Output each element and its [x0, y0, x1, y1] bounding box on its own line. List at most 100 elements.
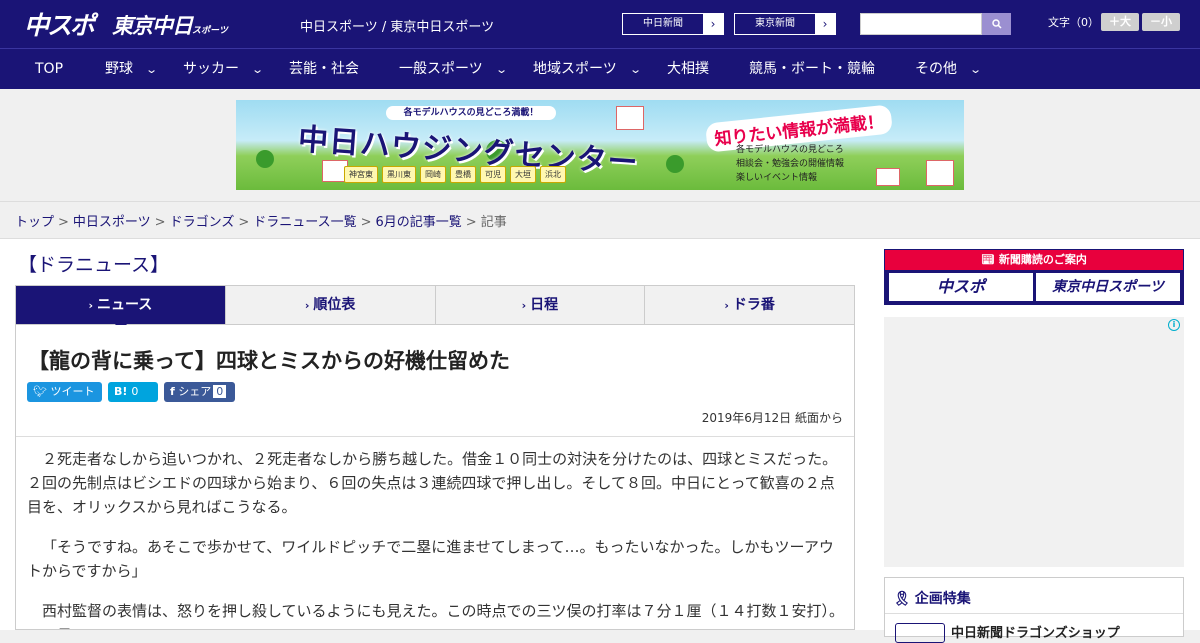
font-bigger-button[interactable]: ＋大 — [1101, 13, 1139, 31]
breadcrumb-separator: > — [238, 215, 250, 230]
sidebar-ad[interactable]: i — [884, 317, 1184, 567]
shop-thumbnail[interactable] — [895, 623, 945, 643]
subscribe-chuspo-button[interactable]: 中スポ — [889, 273, 1033, 301]
ribbon-icon: 🎗︎ — [893, 591, 911, 607]
banner-towns: 神宮東 黒川東 岡崎 豊橋 可児 大垣 浜北 — [344, 166, 566, 183]
font-smaller-button[interactable]: －小 — [1142, 13, 1180, 31]
article-date: 2019年6月12日 紙面から — [701, 411, 843, 425]
category-title: 【ドラニュース】 — [18, 254, 170, 276]
town-label: 大垣 — [510, 166, 536, 183]
chevron-right-icon: › — [710, 17, 716, 31]
nav-item-label: 一般スポーツ — [399, 61, 483, 77]
facebook-share-button[interactable]: f シェア 0 — [164, 382, 235, 402]
tokyo-logo-suffix: スポーツ — [192, 26, 228, 36]
nav-item-label: 地域スポーツ — [533, 61, 617, 77]
breadcrumb-link-chuspo[interactable]: 中日スポーツ — [73, 215, 151, 230]
tab-label: 順位表 — [313, 297, 356, 313]
breadcrumb-link-dragons[interactable]: ドラゴンズ — [170, 215, 235, 230]
town-label: 豊橋 — [450, 166, 476, 183]
town-label: 黒川東 — [382, 166, 416, 183]
banner-top-caption: 各モデルハウスの見どころ満載！ — [386, 106, 556, 120]
font-size-label: 文字（0） — [1048, 16, 1099, 29]
tab-schedule[interactable]: › 日程 — [434, 286, 645, 324]
nav-item-others[interactable]: その他 ⌄ — [915, 49, 983, 90]
tokyo-shimbun-button[interactable]: 東京新聞 › — [734, 13, 836, 35]
nav-item-label: サッカー — [183, 61, 239, 77]
main-nav: TOP 野球 ⌄ サッカー ⌄ 芸能・社会 一般スポーツ ⌄ 地域スポーツ ⌄ 大相撲 … — [0, 48, 1200, 89]
site-names-link[interactable]: 中日スポーツ / 東京中日スポーツ — [300, 16, 494, 35]
house-decoration — [926, 160, 954, 186]
nav-item-entertainment[interactable]: 芸能・社会 — [289, 49, 359, 90]
section-tabs: › ニュース › 順位表 › 日程 › ドラ番 — [15, 285, 855, 331]
chevron-down-icon: ⌄ — [494, 63, 508, 76]
nav-item-label: 野球 — [105, 61, 133, 77]
article-divider — [16, 436, 854, 437]
house-decoration — [876, 168, 900, 186]
search-button[interactable] — [982, 13, 1011, 35]
breadcrumb-link-top[interactable]: トップ — [15, 215, 54, 230]
chevron-right-icon: › — [88, 299, 93, 312]
tree-decoration — [666, 155, 684, 173]
article: 【龍の背に乗って】四球とミスからの好機仕留めた 🐦︎ ツイート B! 0 f シェ… — [15, 325, 855, 630]
nav-item-general-sports[interactable]: 一般スポーツ ⌄ — [399, 49, 508, 90]
feature-header: 🎗︎ 企画特集 — [893, 588, 971, 608]
nav-item-label: 大相撲 — [667, 61, 709, 77]
chevron-down-icon: ⌄ — [969, 63, 983, 76]
nav-item-label: TOP — [35, 61, 64, 77]
nav-item-label: その他 — [915, 61, 957, 77]
chevron-down-icon: ⌄ — [251, 63, 265, 76]
hatena-count: 0 — [131, 385, 139, 398]
house-decoration — [616, 106, 644, 130]
search-icon — [991, 19, 1002, 29]
tab-news[interactable]: › ニュース — [16, 286, 225, 331]
banner-feature: 相談会・勉強会の開催情報 — [736, 159, 845, 169]
facebook-label: シェア — [178, 385, 212, 398]
town-label: 浜北 — [540, 166, 566, 183]
article-headline: 【龍の背に乗って】四球とミスからの好機仕留めた — [28, 349, 510, 373]
tokyo-chunichi-logo[interactable]: 東京中日スポーツ — [112, 10, 228, 40]
nav-item-sumo[interactable]: 大相撲 — [667, 49, 709, 90]
nav-item-keiba[interactable]: 競馬・ボート・競輪 — [749, 49, 875, 90]
banner-feature: 楽しいイベント情報 — [736, 173, 818, 183]
feature-item-link[interactable]: 中日新聞ドラゴンズショップ — [951, 622, 1120, 641]
chunichi-shimbun-button[interactable]: 中日新聞 › — [622, 13, 724, 35]
breadcrumb-current: 記事 — [480, 215, 507, 230]
subscription-header-label: 新聞購読のご案内 — [998, 253, 1087, 266]
nav-item-regional-sports[interactable]: 地域スポーツ ⌄ — [533, 49, 642, 90]
tab-label: 日程 — [530, 297, 559, 313]
breadcrumb-separator: > — [465, 215, 477, 230]
chevron-down-icon: ⌄ — [145, 63, 159, 76]
tweet-label: ツイート — [50, 385, 95, 398]
subscribe-tokyo-button[interactable]: 東京中日スポーツ — [1036, 273, 1180, 301]
tab-standings[interactable]: › 順位表 — [224, 286, 435, 324]
housing-center-banner[interactable]: 各モデルハウスの見どころ満載！ 中日ハウジングセンター 神宮東 黒川東 岡崎 豊… — [236, 100, 964, 190]
site-header: 中スポ 東京中日スポーツ 中日スポーツ / 東京中日スポーツ 中日新聞 › 東京… — [0, 0, 1200, 48]
article-paragraph: 「そうですね。あそこで歩かせて、ワイルドピッチで二塁に進ませてしまって…。もった… — [27, 538, 834, 580]
town-label: 岡崎 — [420, 166, 446, 183]
nav-item-baseball[interactable]: 野球 ⌄ — [105, 49, 159, 90]
breadcrumb-separator: > — [58, 215, 69, 230]
chuspo-logo[interactable]: 中スポ — [24, 6, 95, 42]
newspaper-icon: 📰︎ — [981, 253, 999, 266]
hatena-icon: B! — [114, 385, 128, 398]
facebook-icon: f — [170, 385, 175, 398]
subscription-promo[interactable]: 📰︎ 新聞購読のご案内 中スポ 東京中日スポーツ — [884, 249, 1184, 305]
ad-info-icon[interactable]: i — [1168, 319, 1180, 331]
breadcrumb-separator: > — [360, 215, 372, 230]
chevron-down-icon: ⌄ — [628, 63, 642, 76]
breadcrumb-link-dranews-list[interactable]: ドラニュース一覧 — [253, 215, 356, 230]
twitter-icon: 🐦︎ — [33, 385, 47, 398]
tweet-button[interactable]: 🐦︎ ツイート — [27, 382, 102, 402]
feature-header-label: 企画特集 — [914, 591, 971, 607]
nav-item-label: 芸能・社会 — [289, 61, 359, 77]
nav-item-soccer[interactable]: サッカー ⌄ — [183, 49, 265, 90]
town-label: 神宮東 — [344, 166, 378, 183]
search-input[interactable] — [860, 13, 982, 35]
article-paragraph: ２死走者なしから追いつかれ、２死走者なしから勝ち越した。借金１０同士の対決を分け… — [27, 450, 838, 516]
subscription-header: 📰︎ 新聞購読のご案内 — [885, 250, 1183, 270]
tab-drabann[interactable]: › ドラ番 — [644, 286, 854, 324]
breadcrumb-link-june-list[interactable]: 6月の記事一覧 — [376, 215, 462, 230]
breadcrumb: トップ > 中日スポーツ > ドラゴンズ > ドラニュース一覧 >6月の記事一覧 > 記事 — [0, 201, 1200, 239]
nav-item-top[interactable]: TOP — [35, 49, 63, 90]
hatena-bookmark-button[interactable]: B! 0 — [108, 382, 158, 402]
